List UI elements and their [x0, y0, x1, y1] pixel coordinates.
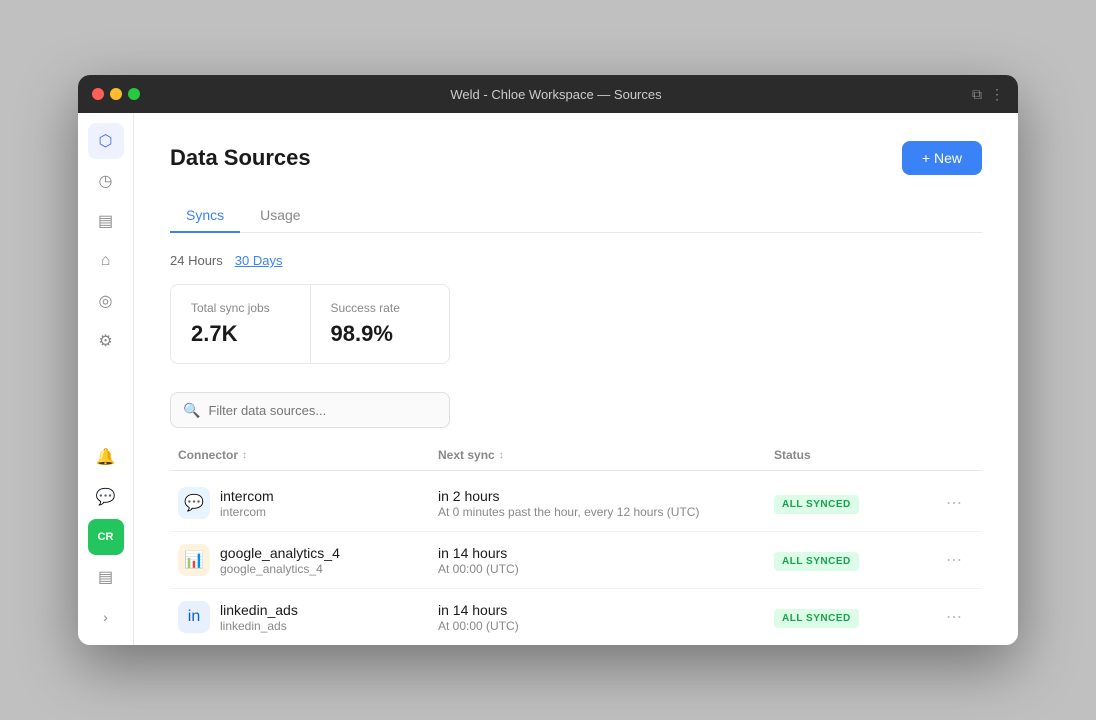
- row-menu-button[interactable]: ⋯: [934, 493, 974, 513]
- stats-row: Total sync jobs 2.7K Success rate 98.9%: [170, 284, 450, 364]
- connector-info: google_analytics_4 google_analytics_4: [220, 545, 340, 576]
- connector-subname: linkedin_ads: [220, 619, 298, 633]
- close-button[interactable]: [92, 88, 104, 100]
- user-initials: CR: [98, 531, 114, 543]
- sidebar-item-sources[interactable]: ⬡: [88, 123, 124, 159]
- titlebar-actions: ⧉ ⋮: [972, 86, 1004, 103]
- sidebar-expand-button[interactable]: ›: [88, 599, 124, 635]
- menu-icon[interactable]: ⋮: [990, 86, 1004, 103]
- fullscreen-button[interactable]: [128, 88, 140, 100]
- clock-icon: ◷: [99, 171, 113, 191]
- col-actions: [934, 448, 974, 462]
- share-icon[interactable]: ⧉: [972, 86, 982, 103]
- connector-cell: 📊 google_analytics_4 google_analytics_4: [178, 544, 438, 576]
- connector-icon-google_analytics_4: 📊: [178, 544, 210, 576]
- secondary-table-icon: ▤: [98, 567, 113, 587]
- sort-connector-icon[interactable]: ↕: [242, 450, 247, 461]
- tab-usage[interactable]: Usage: [244, 199, 316, 233]
- connector-info: linkedin_ads linkedin_ads: [220, 602, 298, 633]
- transform-icon: ⌂: [101, 252, 111, 270]
- sidebar: ⬡ ◷ ▤ ⌂ ◎ ⚙ 🔔 💬: [78, 113, 134, 645]
- stat-success-label: Success rate: [331, 301, 430, 315]
- sync-time-cell: in 14 hours At 00:00 (UTC): [438, 602, 774, 633]
- stat-total-label: Total sync jobs: [191, 301, 290, 315]
- sync-schedule: At 0 minutes past the hour, every 12 hou…: [438, 505, 774, 519]
- filter-30d[interactable]: 30 Days: [235, 253, 283, 268]
- tabs: Syncs Usage: [170, 199, 982, 233]
- connector-name: linkedin_ads: [220, 602, 298, 618]
- minimize-button[interactable]: [110, 88, 122, 100]
- search-bar[interactable]: 🔍: [170, 392, 450, 428]
- chat-icon: 💬: [96, 487, 116, 507]
- main-layout: ⬡ ◷ ▤ ⌂ ◎ ⚙ 🔔 💬: [78, 113, 1018, 645]
- col-status: Status: [774, 448, 934, 462]
- row-menu-button[interactable]: ⋯: [934, 607, 974, 627]
- sync-time-cell: in 14 hours At 00:00 (UTC): [438, 545, 774, 576]
- traffic-lights: [92, 88, 140, 100]
- sync-schedule: At 00:00 (UTC): [438, 562, 774, 576]
- sidebar-item-transform[interactable]: ⌂: [88, 243, 124, 279]
- titlebar: Weld - Chloe Workspace — Sources ⧉ ⋮: [78, 75, 1018, 113]
- table-header: Connector ↕ Next sync ↕ Status: [170, 448, 982, 471]
- col-next-sync: Next sync ↕: [438, 448, 774, 462]
- status-cell: ALL SYNCED: [774, 608, 934, 626]
- sources-icon: ⬡: [99, 131, 113, 151]
- stat-total-value: 2.7K: [191, 321, 290, 347]
- connector-icon-linkedin_ads: in: [178, 601, 210, 633]
- connector-cell: 💬 intercom intercom: [178, 487, 438, 519]
- table-row: in linkedin_ads linkedin_ads in 14 hours…: [170, 589, 982, 645]
- app-window: Weld - Chloe Workspace — Sources ⧉ ⋮ ⬡ ◷…: [78, 75, 1018, 645]
- sync-time: in 14 hours: [438, 602, 774, 618]
- status-cell: ALL SYNCED: [774, 551, 934, 569]
- sidebar-item-settings[interactable]: ⚙: [88, 323, 124, 359]
- search-icon: 🔍: [183, 402, 200, 419]
- sidebar-item-secondary-table[interactable]: ▤: [88, 559, 124, 595]
- page-title: Data Sources: [170, 145, 311, 171]
- page-header: Data Sources + New: [170, 141, 982, 175]
- status-badge: ALL SYNCED: [774, 495, 859, 514]
- time-filter: 24 Hours 30 Days: [170, 253, 982, 268]
- table-row: 💬 intercom intercom in 2 hours At 0 minu…: [170, 475, 982, 532]
- chevron-right-icon: ›: [103, 609, 108, 625]
- status-badge: ALL SYNCED: [774, 552, 859, 571]
- connector-name: google_analytics_4: [220, 545, 340, 561]
- sync-time: in 2 hours: [438, 488, 774, 504]
- content-area: Data Sources + New Syncs Usage 24 Hours …: [134, 113, 1018, 645]
- explore-icon: ◎: [99, 291, 113, 311]
- new-button[interactable]: + New: [902, 141, 982, 175]
- status-cell: ALL SYNCED: [774, 494, 934, 512]
- connector-subname: google_analytics_4: [220, 562, 340, 576]
- row-menu-button[interactable]: ⋯: [934, 550, 974, 570]
- stat-success-value: 98.9%: [331, 321, 430, 347]
- col-connector: Connector ↕: [178, 448, 438, 462]
- sort-next-sync-icon[interactable]: ↕: [499, 450, 504, 461]
- connector-subname: intercom: [220, 505, 274, 519]
- stat-total-sync-jobs: Total sync jobs 2.7K: [171, 285, 311, 363]
- connector-name: intercom: [220, 488, 274, 504]
- window-title: Weld - Chloe Workspace — Sources: [140, 87, 972, 102]
- table-body: 💬 intercom intercom in 2 hours At 0 minu…: [170, 475, 982, 645]
- sync-time: in 14 hours: [438, 545, 774, 561]
- status-badge: ALL SYNCED: [774, 609, 859, 628]
- sidebar-item-explore[interactable]: ◎: [88, 283, 124, 319]
- sidebar-item-user-badge[interactable]: CR: [88, 519, 124, 555]
- tab-syncs[interactable]: Syncs: [170, 199, 240, 233]
- search-input[interactable]: [208, 403, 437, 418]
- sync-schedule: At 00:00 (UTC): [438, 619, 774, 633]
- filter-24h[interactable]: 24 Hours: [170, 253, 223, 268]
- settings-icon: ⚙: [98, 331, 112, 351]
- sync-time-cell: in 2 hours At 0 minutes past the hour, e…: [438, 488, 774, 519]
- stat-success-rate: Success rate 98.9%: [311, 285, 450, 363]
- bell-icon: 🔔: [96, 447, 116, 467]
- sidebar-item-chat[interactable]: 💬: [88, 479, 124, 515]
- table-row: 📊 google_analytics_4 google_analytics_4 …: [170, 532, 982, 589]
- sidebar-item-schedule[interactable]: ◷: [88, 163, 124, 199]
- connector-cell: in linkedin_ads linkedin_ads: [178, 601, 438, 633]
- sidebar-item-notifications[interactable]: 🔔: [88, 439, 124, 475]
- connector-icon-intercom: 💬: [178, 487, 210, 519]
- sidebar-bottom: 🔔 💬 CR ▤ ›: [88, 439, 124, 635]
- table-icon: ▤: [98, 211, 113, 231]
- sidebar-item-tables[interactable]: ▤: [88, 203, 124, 239]
- connector-info: intercom intercom: [220, 488, 274, 519]
